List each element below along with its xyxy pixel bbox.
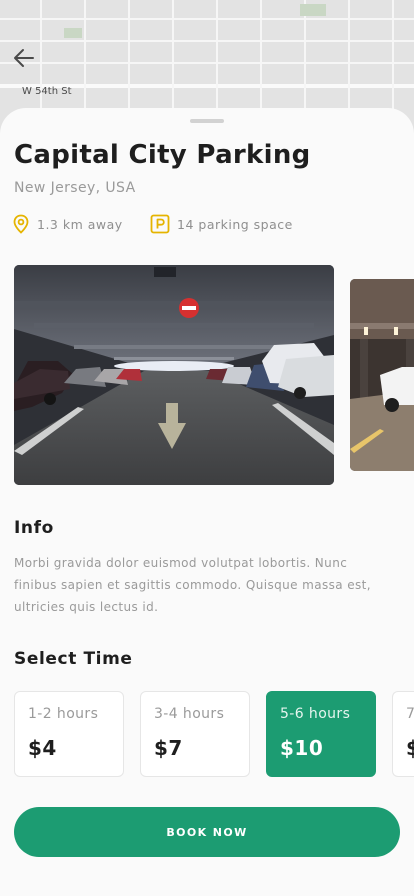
parking-detail-sheet: Capital City Parking New Jersey, USA 1.3… [0,108,414,896]
time-option-price: $4 [28,736,57,760]
back-button[interactable] [10,44,38,72]
arrow-left-icon [14,49,34,67]
time-option-1-2-hours[interactable]: 1-2 hours $4 [14,691,124,777]
garage-photo [350,279,414,471]
parking-spaces-info: 14 parking space [150,214,293,234]
time-option-3-4-hours[interactable]: 3-4 hours $7 [140,691,250,777]
parking-photo-next[interactable] [350,279,414,471]
time-option-hours: 3-4 hours [154,706,225,722]
parking-sign-icon [150,214,170,234]
time-option-hours: 7 [406,706,414,722]
time-option-price: $10 [280,736,324,760]
time-option-7-hours[interactable]: 7 $ [392,691,414,777]
garage-photo [14,265,334,485]
parking-location: New Jersey, USA [14,180,136,196]
parking-photo-main[interactable] [14,265,334,485]
time-option-price: $7 [154,736,183,760]
info-heading: Info [14,518,54,538]
time-option-5-6-hours[interactable]: 5-6 hours $10 [266,691,376,777]
select-time-heading: Select Time [14,649,133,669]
info-description: Morbi gravida dolor euismod volutpat lob… [14,556,371,614]
drag-handle[interactable] [190,119,224,123]
parking-spaces-text: 14 parking space [177,216,293,232]
book-now-button[interactable]: BOOK NOW [14,807,400,857]
time-option-hours: 1-2 hours [28,706,99,722]
street-label: W 54th St [22,86,72,97]
time-option-hours: 5-6 hours [280,706,351,722]
parking-name: Capital City Parking [14,140,311,170]
distance-text: 1.3 km away [37,216,123,232]
time-option-price: $ [406,736,414,760]
distance-info: 1.3 km away [12,214,123,234]
location-pin-icon [13,214,29,234]
